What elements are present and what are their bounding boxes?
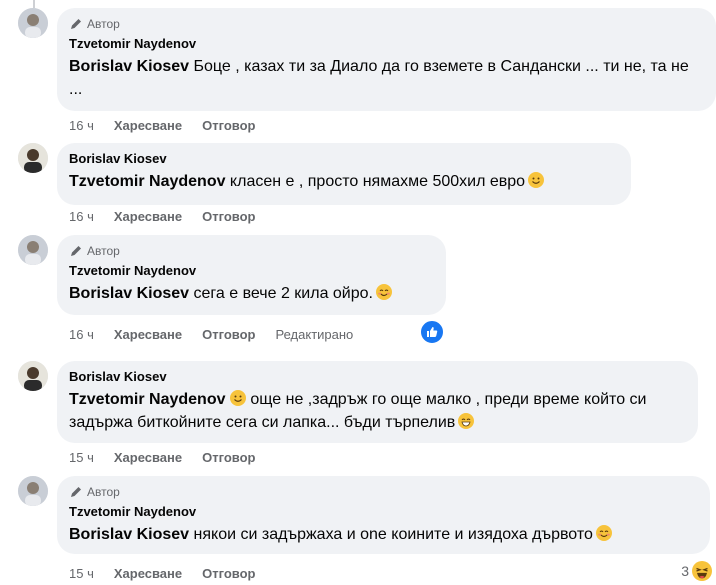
reply-button[interactable]: Отговор (202, 450, 255, 465)
comment-body: сега е вече 2 кила ойро. (189, 285, 373, 302)
author-name[interactable]: Tzvetomir Naydenov (69, 36, 704, 52)
reaction-count: 3 (681, 563, 689, 579)
like-button[interactable]: Харесване (114, 566, 182, 581)
timestamp[interactable]: 16 ч (69, 327, 94, 342)
thumbs-up-icon (427, 327, 438, 337)
reply-button[interactable]: Отговор (202, 327, 255, 342)
comment-text: Borislav Kiosev сега е вече 2 кила ойро. (69, 282, 434, 305)
comment-text: Borislav Kiosev някои си задържаха и one… (69, 523, 698, 546)
comment-actions: 16 ч Харесване Отговор (69, 118, 256, 133)
badge-label: Автор (87, 17, 120, 31)
edited-label[interactable]: Редактирано (276, 327, 354, 342)
comment-actions: 16 ч Харесване Отговор Редактирано (69, 327, 353, 342)
avatar[interactable] (18, 235, 48, 265)
comment-bubble: Borislav Kiosev Tzvetomir Naydenov класе… (57, 143, 631, 205)
timestamp[interactable]: 15 ч (69, 566, 94, 581)
timestamp[interactable]: 16 ч (69, 209, 94, 224)
comment-body: някои си задържаха и one коините и изядо… (189, 526, 593, 543)
comment-actions: 16 ч Харесване Отговор (69, 209, 256, 224)
avatar[interactable] (18, 143, 48, 173)
mention-link[interactable]: Borislav Kiosev (69, 526, 189, 543)
mention-link[interactable]: Tzvetomir Naydenov (69, 391, 225, 408)
smiling-emoji-icon (229, 390, 246, 406)
author-name[interactable]: Tzvetomir Naydenov (69, 263, 434, 279)
comment-bubble: Автор Tzvetomir Naydenov Borislav Kiosev… (57, 8, 716, 111)
mention-link[interactable]: Borislav Kiosev (69, 58, 189, 75)
like-button[interactable]: Харесване (114, 450, 182, 465)
like-button[interactable]: Харесване (114, 118, 182, 133)
author-name[interactable]: Borislav Kiosev (69, 369, 686, 385)
author-badge: Автор (69, 484, 698, 500)
author-name[interactable]: Borislav Kiosev (69, 151, 619, 167)
comment-bubble: Автор Tzvetomir Naydenov Borislav Kiosev… (57, 235, 446, 315)
reply-button[interactable]: Отговор (202, 209, 255, 224)
timestamp[interactable]: 16 ч (69, 118, 94, 133)
reaction-summary[interactable]: 3 (681, 561, 712, 581)
comment-text: Tzvetomir Naydenov класен е , просто ням… (69, 170, 619, 193)
thread-line (33, 0, 35, 8)
smiling-emoji-icon (528, 172, 545, 188)
like-button[interactable]: Харесване (114, 327, 182, 342)
avatar[interactable] (18, 361, 48, 391)
mention-link[interactable]: Tzvetomir Naydenov (69, 173, 225, 190)
avatar[interactable] (18, 476, 48, 506)
pencil-icon (71, 246, 81, 256)
timestamp[interactable]: 15 ч (69, 450, 94, 465)
author-name[interactable]: Tzvetomir Naydenov (69, 504, 698, 520)
author-badge: Автор (69, 243, 434, 259)
blushing-emoji-icon (375, 284, 392, 300)
mention-link[interactable]: Borislav Kiosev (69, 285, 189, 302)
comment-bubble: Автор Tzvetomir Naydenov Borislav Kiosev… (57, 476, 710, 554)
like-button[interactable]: Харесване (114, 209, 182, 224)
comment-text: Borislav Kiosev Боце , казах ти за Диало… (69, 55, 704, 101)
author-badge: Автор (69, 16, 704, 32)
comment-bubble: Borislav Kiosev Tzvetomir Naydenov още н… (57, 361, 698, 443)
comment-text: Tzvetomir Naydenov още не ,задръж го още… (69, 388, 686, 434)
blushing-emoji-icon (595, 525, 612, 541)
like-reaction-badge[interactable] (419, 319, 445, 345)
pencil-icon (71, 487, 81, 497)
badge-label: Автор (87, 485, 120, 499)
reply-button[interactable]: Отговор (202, 118, 255, 133)
avatar[interactable] (18, 8, 48, 38)
comment-actions: 15 ч Харесване Отговор (69, 450, 256, 465)
pencil-icon (71, 19, 81, 29)
badge-label: Автор (87, 244, 120, 258)
comment-actions: 15 ч Харесване Отговор (69, 566, 256, 581)
laughing-emoji-icon (692, 561, 712, 581)
reply-button[interactable]: Отговор (202, 566, 255, 581)
grinning-emoji-icon (458, 413, 475, 429)
comment-body: класен е , просто нямахме 500хил евро (225, 173, 526, 190)
